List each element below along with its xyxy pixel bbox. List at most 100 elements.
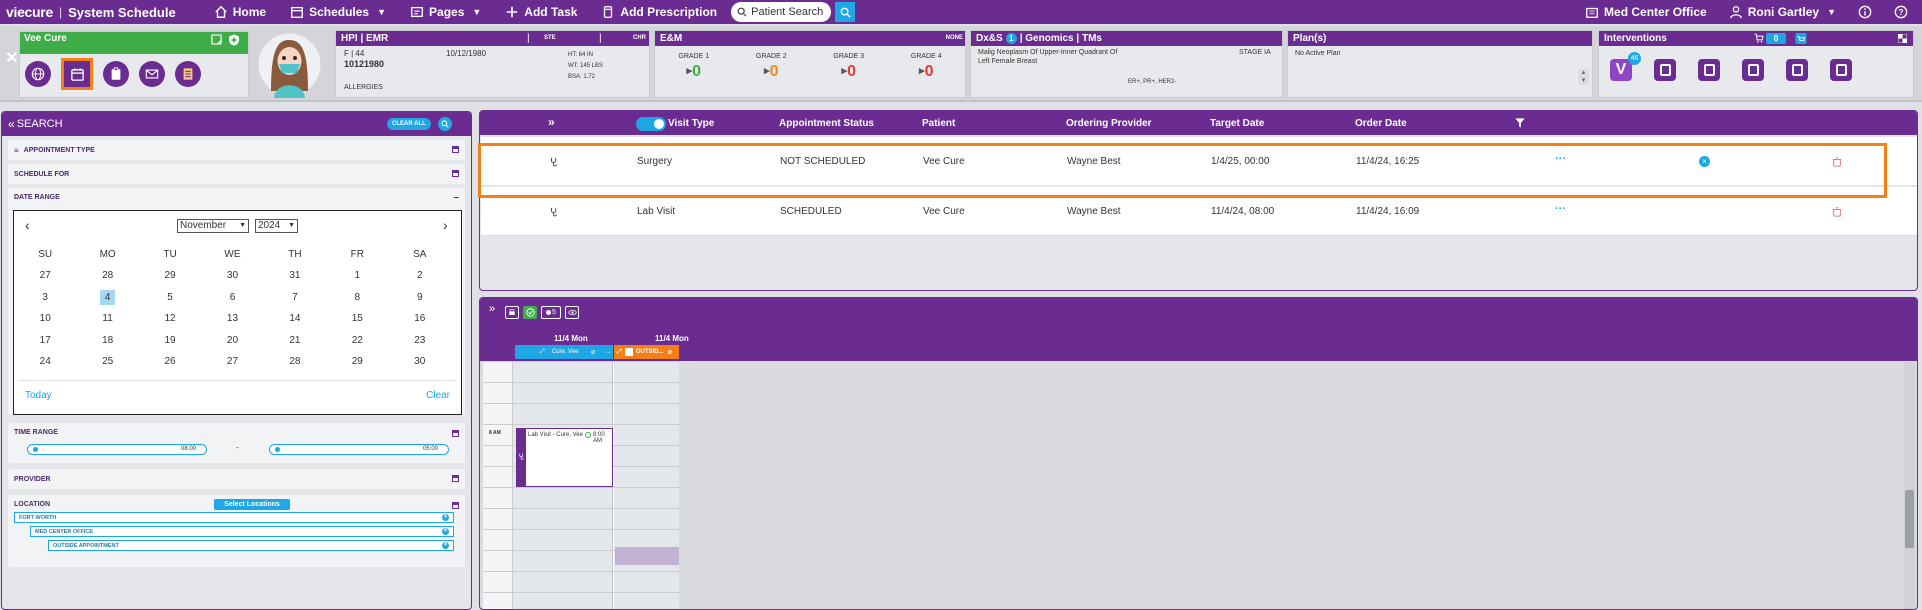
calendar-day[interactable]: 8 bbox=[326, 287, 388, 309]
calendar-day[interactable]: 20 bbox=[201, 330, 263, 352]
appointment-type-section[interactable]: ≡ APPOINTMENT TYPE bbox=[8, 140, 465, 160]
time-to-input[interactable]: 05:00 bbox=[269, 444, 449, 455]
location-chip[interactable]: FORT WORTH × bbox=[14, 512, 454, 523]
shield-plus-icon[interactable] bbox=[228, 34, 240, 46]
arrow-right-icon[interactable]: → bbox=[606, 349, 612, 355]
appointment-event[interactable]: Lab Visit - Cure, Vee 8:00 AM bbox=[516, 428, 613, 487]
resource-checkbox[interactable] bbox=[624, 348, 633, 356]
col-ordering-provider[interactable]: Ordering Provider bbox=[1066, 118, 1152, 129]
interventions-card[interactable]: Interventions 0 V 46 bbox=[1598, 30, 1914, 98]
schedule-for-section[interactable]: SCHEDULE FOR bbox=[8, 164, 465, 184]
col-order-date[interactable]: Order Date bbox=[1355, 118, 1407, 129]
nav-add-prescription[interactable]: Add Prescription bbox=[601, 5, 717, 19]
expand-all-chevrons-icon[interactable]: » bbox=[548, 115, 555, 129]
user-menu[interactable]: Roni Gartley ▼ bbox=[1729, 5, 1836, 19]
expand-icon[interactable]: ⤢ bbox=[617, 349, 622, 356]
remove-circle-icon[interactable]: ⊘ bbox=[667, 349, 672, 356]
month-select[interactable]: November ▼ bbox=[177, 219, 249, 233]
diagnosis-card[interactable]: Dx&S 1 | Genomics | TMs Malig Neoplasm O… bbox=[970, 30, 1283, 98]
info-icon[interactable] bbox=[1858, 5, 1872, 19]
cart-icon[interactable] bbox=[1754, 33, 1764, 43]
globe-button[interactable] bbox=[25, 61, 51, 87]
more-options-button[interactable]: ··· bbox=[1555, 153, 1566, 165]
nav-home[interactable]: Home bbox=[214, 5, 266, 19]
location-chip[interactable]: MED CENTER OFFICE × bbox=[30, 526, 454, 537]
calendar-day[interactable]: 22 bbox=[326, 330, 388, 352]
section-toggle-icon[interactable] bbox=[452, 430, 459, 437]
order-row[interactable]: Surgery NOT SCHEDULED Vee Cure Wayne Best 1/… bbox=[481, 137, 1917, 186]
col-appointment-status[interactable]: Appointment Status bbox=[779, 118, 874, 129]
nav-pages[interactable]: Pages ▼ bbox=[410, 5, 481, 19]
collapse-chevrons-icon[interactable]: « bbox=[8, 117, 15, 131]
checker-icon[interactable] bbox=[1898, 34, 1907, 43]
note-icon[interactable] bbox=[211, 34, 222, 45]
patient-search-button[interactable] bbox=[835, 2, 856, 22]
calendar-day[interactable]: 30 bbox=[389, 351, 451, 373]
calendar-day[interactable]: 25 bbox=[76, 351, 138, 373]
heart-plus-button[interactable] bbox=[1830, 59, 1852, 81]
pestle-button[interactable] bbox=[1654, 59, 1676, 81]
cell-patient[interactable]: Vee Cure bbox=[923, 206, 965, 217]
order-row[interactable]: Lab Visit SCHEDULED Vee Cure Wayne Best 11/4… bbox=[481, 187, 1917, 236]
calendar-day[interactable]: 11 bbox=[76, 308, 138, 330]
calendar-day[interactable]: 17 bbox=[14, 330, 76, 352]
calendar-day[interactable]: 12 bbox=[139, 308, 201, 330]
confirm-button[interactable] bbox=[523, 306, 537, 319]
calendar-day[interactable]: 9 bbox=[389, 287, 451, 309]
vertical-scrollbar[interactable] bbox=[1904, 362, 1915, 609]
hpi-emr-card[interactable]: HPI | EMR | STE | CHR F | 44 10121980 AL… bbox=[335, 30, 650, 98]
collapse-section-icon[interactable]: – bbox=[453, 188, 459, 208]
calendar-day[interactable]: 2 bbox=[389, 265, 451, 287]
next-month-button[interactable]: › bbox=[443, 217, 448, 233]
calendar-day[interactable]: 27 bbox=[201, 351, 263, 373]
calendar-day[interactable]: 14 bbox=[264, 308, 326, 330]
calendar-day[interactable]: 18 bbox=[76, 330, 138, 352]
plans-card[interactable]: Plan(s) No Active Plan ▲ ▼ bbox=[1287, 30, 1593, 98]
calendar-day[interactable]: 15 bbox=[326, 308, 388, 330]
today-button[interactable]: Today bbox=[25, 390, 52, 401]
filter-icon[interactable] bbox=[1515, 118, 1525, 128]
calendar-day[interactable]: 28 bbox=[264, 351, 326, 373]
cell-patient[interactable]: Vee Cure bbox=[923, 156, 965, 167]
calendar-day[interactable]: 16 bbox=[389, 308, 451, 330]
resource-header-cure-vee[interactable]: ⤢ Cure, Vee ⊘ → bbox=[515, 345, 613, 359]
calendar-day[interactable]: 10 bbox=[14, 308, 76, 330]
close-banner-icon[interactable]: ✕ bbox=[5, 48, 18, 68]
previous-month-button[interactable]: ‹ bbox=[25, 217, 30, 233]
delete-icon[interactable] bbox=[1832, 157, 1842, 167]
em-grade-3[interactable]: GRADE 3 ▸0 bbox=[810, 46, 888, 96]
select-locations-button[interactable]: Select Locations bbox=[214, 499, 290, 510]
remove-location-icon[interactable]: × bbox=[442, 514, 449, 521]
location-selector[interactable]: Med Center Office bbox=[1585, 5, 1707, 19]
calendar-day[interactable]: 31 bbox=[264, 265, 326, 287]
calendar-day[interactable]: 5 bbox=[139, 287, 201, 309]
calendar-day[interactable]: 13 bbox=[201, 308, 263, 330]
em-grade-2[interactable]: GRADE 2 ▸0 bbox=[733, 46, 811, 96]
patient-search-input[interactable]: Patient Search bbox=[731, 2, 832, 22]
help-icon[interactable]: ? bbox=[1894, 5, 1908, 19]
print-button[interactable] bbox=[505, 306, 519, 319]
calendar-day[interactable]: 27 bbox=[14, 265, 76, 287]
vial-panel-button[interactable] bbox=[1698, 59, 1720, 81]
outside-appointment-block[interactable] bbox=[615, 547, 679, 565]
plans-scroll-control[interactable]: ▲ ▼ bbox=[1578, 69, 1589, 85]
cart-add-icon[interactable] bbox=[1790, 33, 1812, 44]
time-from-input[interactable]: 08:00 bbox=[27, 444, 207, 455]
calendar-day[interactable]: 1 bbox=[326, 265, 388, 287]
remove-location-icon[interactable]: × bbox=[442, 542, 449, 549]
col-target-date[interactable]: Target Date bbox=[1210, 118, 1264, 129]
calendar-day[interactable]: 4 bbox=[76, 287, 138, 309]
calendar-day[interactable]: 21 bbox=[264, 330, 326, 352]
view-button[interactable] bbox=[565, 306, 579, 319]
notes-button[interactable] bbox=[175, 61, 201, 87]
section-toggle-icon[interactable] bbox=[452, 502, 459, 509]
calendar-day[interactable]: 29 bbox=[139, 265, 201, 287]
calendar-day[interactable]: 24 bbox=[14, 351, 76, 373]
calendar-day[interactable]: 30 bbox=[201, 265, 263, 287]
col-patient[interactable]: Patient bbox=[922, 118, 955, 129]
clear-date-button[interactable]: Clear bbox=[426, 390, 450, 401]
scrollbar-thumb[interactable] bbox=[1905, 490, 1914, 548]
visit-type-toggle[interactable] bbox=[636, 117, 666, 131]
em-grade-1[interactable]: GRADE 1 ▸0 bbox=[655, 46, 733, 96]
calendar-day[interactable]: 19 bbox=[139, 330, 201, 352]
